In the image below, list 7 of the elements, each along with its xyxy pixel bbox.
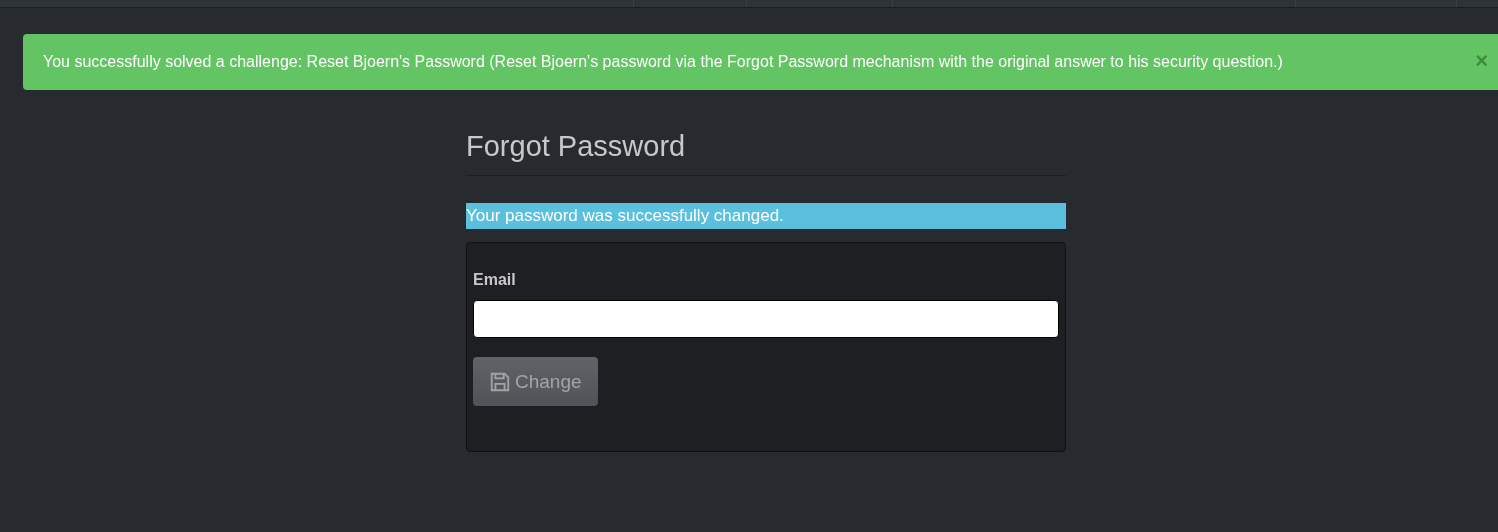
close-button[interactable]: ×	[1475, 50, 1488, 72]
save-icon	[489, 370, 511, 393]
page-title: Forgot Password	[466, 130, 1066, 176]
email-label: Email	[473, 271, 517, 289]
email-field[interactable]	[473, 300, 1059, 338]
alert-message: You successfully solved a challenge: Reset Bjoern's Password (Reset Bjoern's password via the Forgot Password mechanism with the original answer to his security question.)	[43, 52, 1284, 72]
info-message: Your password was successfully changed.	[466, 203, 1066, 229]
